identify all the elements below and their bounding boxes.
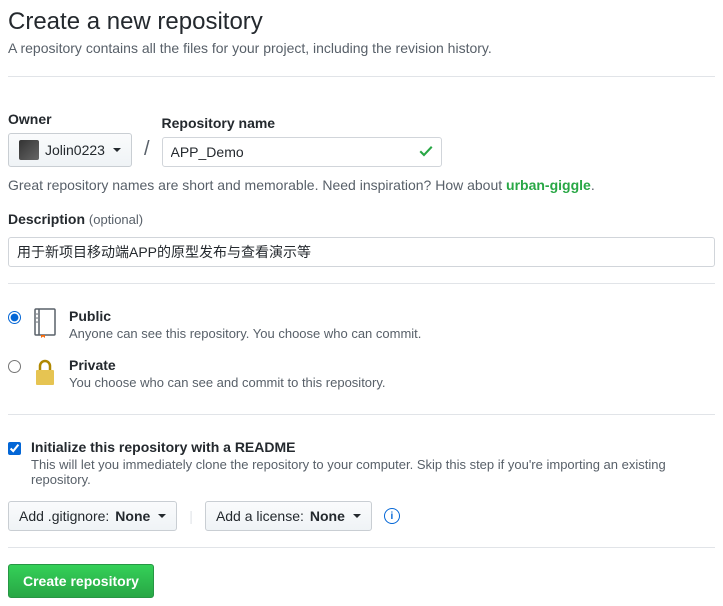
description-label: Description (optional) bbox=[8, 211, 715, 227]
public-radio[interactable] bbox=[8, 311, 21, 324]
divider bbox=[8, 76, 715, 77]
init-readme-checkbox[interactable] bbox=[8, 442, 21, 455]
owner-dropdown[interactable]: Jolin0223 bbox=[8, 133, 132, 167]
private-title: Private bbox=[69, 357, 386, 373]
info-icon[interactable]: i bbox=[384, 508, 400, 524]
repo-name-label: Repository name bbox=[162, 115, 442, 131]
private-note: You choose who can see and commit to thi… bbox=[69, 375, 386, 390]
public-note: Anyone can see this repository. You choo… bbox=[69, 326, 421, 341]
divider bbox=[8, 283, 715, 284]
name-hint: Great repository names are short and mem… bbox=[8, 177, 715, 193]
suggestion-link[interactable]: urban-giggle bbox=[506, 177, 591, 193]
lock-icon bbox=[31, 357, 59, 387]
init-readme-title: Initialize this repository with a README bbox=[31, 439, 715, 455]
divider: | bbox=[189, 508, 193, 524]
repo-icon bbox=[31, 308, 59, 338]
private-radio[interactable] bbox=[8, 360, 21, 373]
create-repository-button[interactable]: Create repository bbox=[8, 564, 154, 598]
divider bbox=[8, 414, 715, 415]
slash-separator: / bbox=[140, 138, 154, 167]
gitignore-dropdown[interactable]: Add .gitignore: None bbox=[8, 501, 177, 531]
public-title: Public bbox=[69, 308, 421, 324]
caret-down-icon bbox=[113, 148, 121, 152]
page-title: Create a new repository bbox=[8, 8, 715, 36]
caret-down-icon bbox=[158, 514, 166, 518]
repo-name-input[interactable] bbox=[162, 137, 442, 167]
description-input[interactable] bbox=[8, 237, 715, 267]
check-icon bbox=[418, 143, 434, 162]
divider bbox=[8, 547, 715, 548]
license-dropdown[interactable]: Add a license: None bbox=[205, 501, 372, 531]
caret-down-icon bbox=[353, 514, 361, 518]
owner-label: Owner bbox=[8, 111, 132, 127]
init-readme-note: This will let you immediately clone the … bbox=[31, 457, 715, 487]
owner-value: Jolin0223 bbox=[45, 142, 105, 158]
page-subtitle: A repository contains all the files for … bbox=[8, 40, 715, 56]
avatar bbox=[19, 140, 39, 160]
